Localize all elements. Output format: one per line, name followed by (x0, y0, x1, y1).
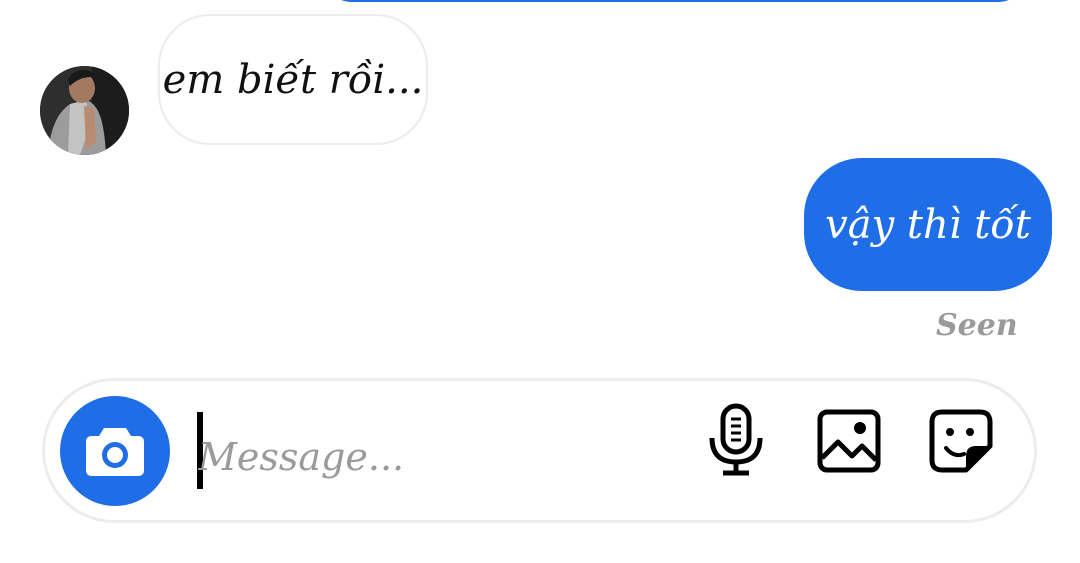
camera-icon (86, 428, 144, 476)
previous-outgoing-bubble-edge (322, 0, 1028, 2)
sticker-icon[interactable] (928, 408, 994, 474)
outgoing-message-bubble[interactable]: vậy thì tốt (804, 158, 1052, 291)
image-icon[interactable] (816, 408, 882, 474)
outgoing-message-text: vậy thì tốt (825, 201, 1031, 248)
message-input[interactable] (198, 418, 668, 496)
avatar-image (40, 66, 129, 155)
incoming-message-text: em biết rồi... (162, 56, 424, 103)
microphone-icon[interactable] (705, 402, 767, 478)
avatar[interactable] (40, 66, 129, 155)
incoming-message-bubble[interactable]: em biết rồi... (158, 14, 428, 145)
seen-status: Seen (936, 308, 1018, 343)
camera-button[interactable] (60, 396, 170, 506)
